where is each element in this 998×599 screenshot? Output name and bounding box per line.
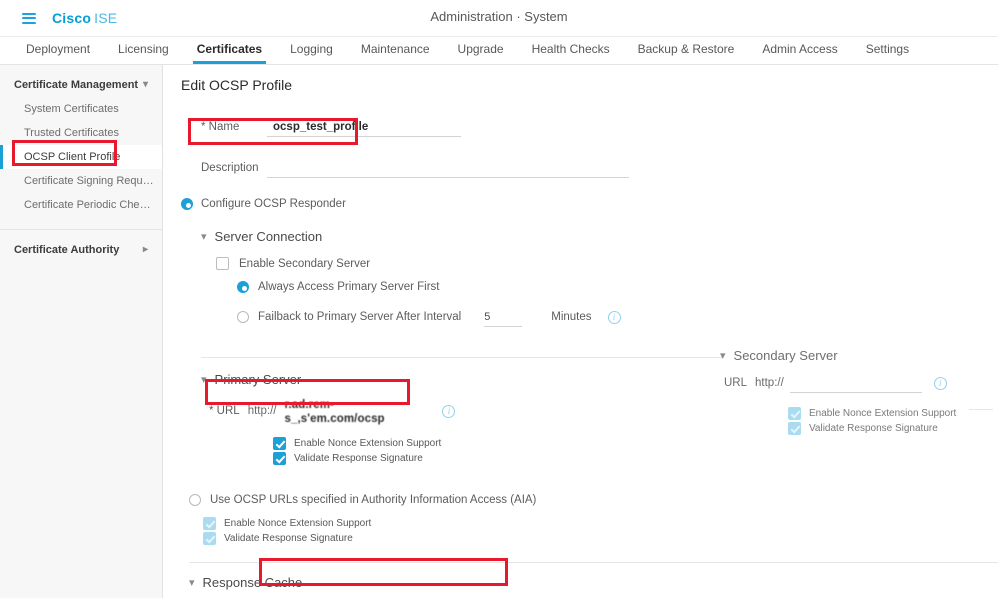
- brand-ise-text: ISE: [94, 10, 118, 26]
- secondary-server-options: Enable Nonce Extension Support Validate …: [788, 407, 990, 435]
- chevron-down-icon[interactable]: ▾: [201, 373, 207, 386]
- sidebar-divider: [0, 229, 162, 230]
- aia-options: Enable Nonce Extension Support Validate …: [203, 517, 998, 545]
- sidebar-item-system-certificates[interactable]: System Certificates: [0, 97, 162, 121]
- description-field-row: Description: [201, 156, 998, 180]
- main-panel: Edit OCSP Profile Name ocsp_test_profile…: [163, 65, 998, 598]
- chevron-down-icon[interactable]: ▾: [201, 230, 207, 243]
- secondary-url-row: URL http:// i: [724, 373, 990, 393]
- enable-secondary-server-label: Enable Secondary Server: [239, 257, 371, 270]
- secondary-url-scheme: http://: [755, 377, 784, 389]
- primary-url-label: URL: [209, 405, 240, 417]
- tab-deployment[interactable]: Deployment: [12, 42, 104, 64]
- hamburger-icon[interactable]: [22, 12, 36, 24]
- always-primary-label: Always Access Primary Server First: [258, 281, 440, 293]
- sidebar-item-trusted-certificates[interactable]: Trusted Certificates: [0, 121, 162, 145]
- always-primary-row[interactable]: Always Access Primary Server First: [237, 281, 998, 293]
- secondary-url-label: URL: [724, 377, 748, 389]
- secondary-validate-signature-label: Validate Response Signature: [809, 423, 938, 434]
- page-title: Edit OCSP Profile: [181, 77, 293, 93]
- sidebar-group-label: Certificate Management: [14, 79, 139, 91]
- primary-tab-strip: Deployment Licensing Certificates Loggin…: [0, 36, 998, 65]
- primary-enable-nonce-checkbox[interactable]: [273, 437, 286, 450]
- brand-cisco-text: Cisco: [52, 10, 92, 26]
- primary-enable-nonce-label: Enable Nonce Extension Support: [294, 438, 442, 449]
- section-divider-left: [201, 357, 723, 358]
- aia-row[interactable]: Use OCSP URLs specified in Authority Inf…: [189, 494, 998, 506]
- info-icon[interactable]: i: [933, 376, 947, 390]
- sidebar: Certificate Management ▾ System Certific…: [0, 65, 163, 598]
- sidebar-item-certificate-periodic-check[interactable]: Certificate Periodic Check Se...: [0, 193, 162, 217]
- chevron-down-icon[interactable]: ▾: [143, 80, 148, 90]
- sidebar-group-label: Certificate Authority: [14, 244, 120, 256]
- failback-label: Failback to Primary Server After Interva…: [258, 311, 462, 323]
- description-label: Description: [201, 162, 259, 174]
- sidebar-item-certificate-signing-requests[interactable]: Certificate Signing Requests: [0, 169, 162, 193]
- tab-maintenance[interactable]: Maintenance: [347, 42, 444, 64]
- secondary-server-heading: Secondary Server: [733, 348, 838, 363]
- primary-server-options: Enable Nonce Extension Support Validate …: [273, 437, 998, 465]
- aia-enable-nonce-checkbox[interactable]: [203, 517, 216, 530]
- primary-url-scheme: http://: [247, 405, 277, 417]
- response-cache-divider: [189, 562, 998, 563]
- tab-backup-restore[interactable]: Backup & Restore: [624, 42, 749, 64]
- chevron-down-icon[interactable]: ▾: [720, 349, 726, 362]
- secondary-url-input[interactable]: [789, 373, 922, 393]
- tab-logging[interactable]: Logging: [276, 42, 347, 64]
- primary-validate-signature-checkbox[interactable]: [273, 452, 286, 465]
- failback-radio[interactable]: [237, 311, 249, 323]
- enable-secondary-server-row[interactable]: Enable Secondary Server: [216, 257, 998, 270]
- sidebar-group-certificate-management[interactable]: Certificate Management ▾: [0, 73, 162, 97]
- configure-ocsp-responder-label: Configure OCSP Responder: [201, 198, 346, 210]
- configure-ocsp-responder-radio[interactable]: [181, 198, 193, 210]
- aia-label: Use OCSP URLs specified in Authority Inf…: [210, 494, 537, 506]
- aia-validate-signature-checkbox[interactable]: [203, 532, 216, 545]
- server-connection-header[interactable]: ▾ Server Connection: [201, 229, 998, 244]
- info-icon[interactable]: i: [442, 404, 456, 418]
- secondary-enable-nonce-checkbox[interactable]: [788, 407, 801, 420]
- failback-interval-value: 5: [484, 310, 491, 323]
- tab-health-checks[interactable]: Health Checks: [518, 42, 624, 64]
- sidebar-item-ocsp-client-profile[interactable]: OCSP Client Profile: [0, 145, 162, 169]
- aia-enable-nonce-label: Enable Nonce Extension Support: [224, 518, 372, 529]
- failback-units-label: Minutes: [551, 311, 592, 323]
- brand-logo[interactable]: Cisco ISE: [52, 10, 117, 26]
- primary-url-input[interactable]: r.ad.rem-s_,s'em.com/ocsp: [284, 397, 430, 425]
- top-bar: Cisco ISE Administration · System: [0, 0, 998, 36]
- page-context-title: Administration · System: [430, 9, 568, 24]
- always-primary-radio[interactable]: [237, 281, 249, 293]
- configure-ocsp-responder-row[interactable]: Configure OCSP Responder: [181, 198, 998, 210]
- response-cache-header[interactable]: ▾ Response Cache: [189, 575, 998, 590]
- info-icon[interactable]: i: [607, 310, 621, 324]
- tab-certificates[interactable]: Certificates: [183, 42, 276, 64]
- name-field-row: Name ocsp_test_profile: [201, 115, 998, 139]
- tab-upgrade[interactable]: Upgrade: [444, 42, 518, 64]
- secondary-server-block: ▾ Secondary Server URL http:// i Enable …: [720, 348, 990, 435]
- response-cache-heading: Response Cache: [202, 575, 303, 590]
- tab-settings[interactable]: Settings: [852, 42, 923, 64]
- secondary-server-header[interactable]: ▾ Secondary Server: [720, 348, 990, 363]
- secondary-validate-signature-checkbox[interactable]: [788, 422, 801, 435]
- name-input[interactable]: ocsp_test_profile: [267, 117, 461, 137]
- primary-url-value: r.ad.rem-s_,s'em.com/ocsp: [284, 399, 385, 425]
- tab-licensing[interactable]: Licensing: [104, 42, 183, 64]
- chevron-right-icon[interactable]: ▸: [143, 245, 148, 255]
- failback-interval-input[interactable]: 5: [484, 307, 523, 327]
- aia-radio[interactable]: [189, 494, 201, 506]
- tab-admin-access[interactable]: Admin Access: [748, 42, 851, 64]
- sidebar-group-certificate-authority[interactable]: Certificate Authority ▸: [0, 238, 162, 262]
- enable-secondary-server-checkbox[interactable]: [216, 257, 229, 270]
- secondary-enable-nonce-label: Enable Nonce Extension Support: [809, 408, 957, 419]
- name-label: Name: [201, 121, 257, 133]
- server-connection-heading: Server Connection: [214, 229, 323, 244]
- content-shell: Certificate Management ▾ System Certific…: [0, 65, 998, 598]
- primary-server-heading: Primary Server: [214, 372, 302, 387]
- description-input[interactable]: [267, 158, 629, 178]
- primary-validate-signature-label: Validate Response Signature: [294, 453, 423, 464]
- failback-row: Failback to Primary Server After Interva…: [237, 307, 998, 327]
- name-value: ocsp_test_profile: [273, 120, 369, 133]
- aia-validate-signature-label: Validate Response Signature: [224, 533, 353, 544]
- chevron-down-icon[interactable]: ▾: [189, 576, 195, 589]
